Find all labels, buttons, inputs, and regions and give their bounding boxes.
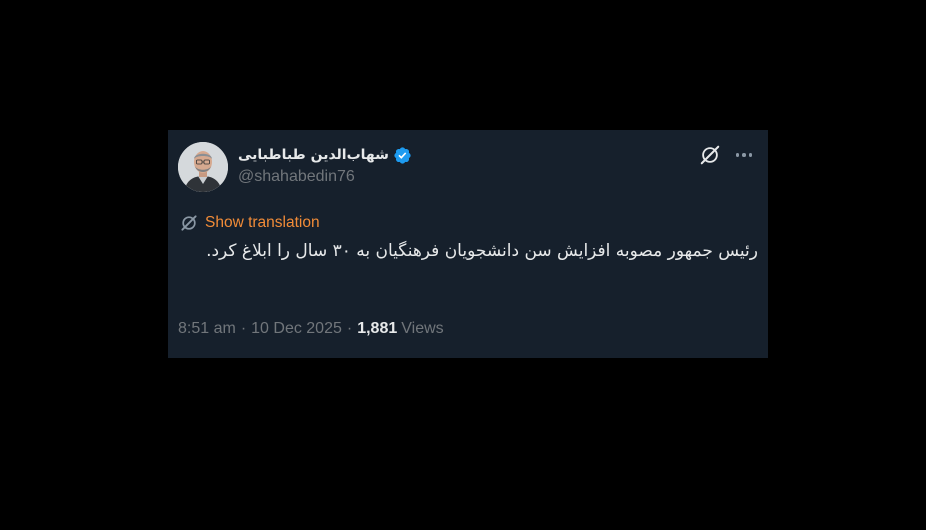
author-handle[interactable]: @shahabedin76 — [238, 168, 355, 186]
verified-badge-icon[interactable] — [393, 146, 412, 165]
avatar[interactable] — [178, 142, 228, 192]
views-label: Views — [401, 320, 444, 337]
tweet-time[interactable]: 8:51 am — [178, 320, 236, 338]
more-options-icon[interactable] — [732, 145, 756, 165]
person-avatar-icon — [178, 142, 228, 192]
show-translation-link[interactable]: Show translation — [179, 212, 320, 234]
tweet-date[interactable]: 10 Dec 2025 — [251, 320, 342, 338]
views-count[interactable]: 1,881 — [357, 320, 397, 338]
meta-separator: · — [346, 320, 353, 337]
translate-grok-icon — [181, 215, 197, 231]
grok-icon[interactable] — [699, 144, 721, 166]
tweet-card[interactable]: شهاب‌الدین طباطبایی @shahabedin76 Show t… — [168, 130, 768, 358]
author-display-name[interactable]: شهاب‌الدین طباطبایی — [238, 147, 389, 163]
author-name-row[interactable]: شهاب‌الدین طباطبایی — [238, 144, 412, 166]
tweet-meta: 8:51 am · 10 Dec 2025 · 1,881 Views — [178, 318, 444, 340]
show-translation-label[interactable]: Show translation — [205, 214, 320, 232]
tweet-text: رئیس جمهور مصوبه افزایش سن دانشجویان فره… — [206, 241, 758, 261]
meta-separator: · — [240, 320, 247, 337]
